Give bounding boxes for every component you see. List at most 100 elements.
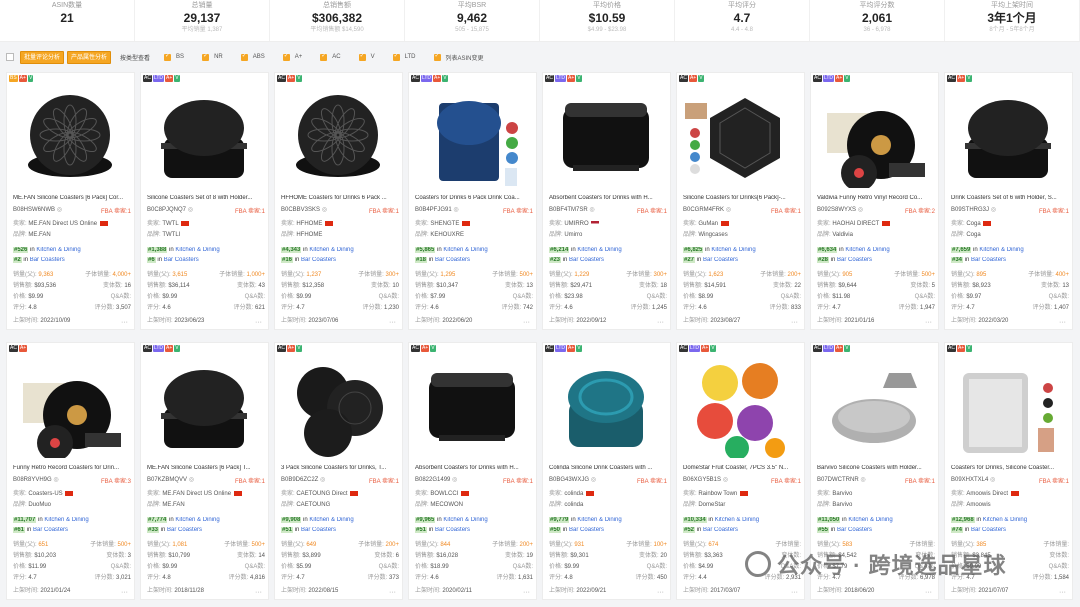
seller-name[interactable]: UMIRRO	[564, 221, 588, 227]
category-sub-link[interactable]: Bar Coasters	[33, 527, 68, 533]
more-icon[interactable]: ···	[255, 589, 262, 596]
brand-name[interactable]: DuoMuo	[28, 502, 51, 508]
filter-checkbox-3[interactable]: A+	[282, 52, 302, 62]
product-image[interactable]	[551, 83, 661, 188]
product-image[interactable]	[417, 353, 527, 458]
category-sub-link[interactable]: Bar Coasters	[167, 527, 202, 533]
category-main-link[interactable]: Kitchen & Dining	[443, 247, 487, 253]
product-title[interactable]: Valdivia Funny Retro Vinyl Record Co...	[817, 195, 935, 201]
asin[interactable]: B0C8PJQNQ7	[147, 207, 186, 213]
seller-name[interactable]: Barvivo	[832, 491, 852, 497]
asin[interactable]: B08HSW6NWB	[13, 207, 55, 213]
more-icon[interactable]: ···	[523, 319, 530, 326]
seller-name[interactable]: Coga	[966, 221, 980, 227]
asin[interactable]: B092S8WYXS	[817, 207, 856, 213]
category-main-link[interactable]: Kitchen & Dining	[983, 517, 1027, 523]
category-sub-link[interactable]: Bar Coasters	[703, 527, 738, 533]
asin[interactable]: B0822G1499	[415, 477, 450, 483]
asin[interactable]: B07KZBMQVV	[147, 477, 187, 483]
more-icon[interactable]: ···	[657, 589, 664, 596]
more-icon[interactable]: ···	[389, 589, 396, 596]
product-card[interactable]: AC LTD A+ V Absorbent Coasters for Drinks wi…	[542, 72, 671, 330]
product-card[interactable]: AC A+ V Absorbent Coasters for Drinks with …	[408, 342, 537, 600]
product-image[interactable]	[283, 353, 393, 458]
product-card[interactable]: AC A+ V 3 Pack Silicone Coasters for Drinks…	[274, 342, 403, 600]
filter-checkbox-7[interactable]: 列表ASIN变更	[433, 52, 484, 62]
more-icon[interactable]: ···	[523, 589, 530, 596]
asin[interactable]: B0B9D6ZC2Z	[281, 477, 318, 483]
more-icon[interactable]: ···	[1059, 319, 1066, 326]
product-title[interactable]: Barvivo Silicone Coasters with Holder...	[817, 465, 935, 471]
select-all-checkbox[interactable]	[6, 53, 14, 61]
product-card[interactable]: AC LTD A+ V Silicone Coasters Set of 8 with …	[140, 72, 269, 330]
brand-name[interactable]: colinda	[564, 502, 583, 508]
brand-name[interactable]: Coga	[966, 232, 980, 238]
brand-name[interactable]: Amoowis	[966, 502, 990, 508]
category-sub-link[interactable]: Bar Coasters	[164, 257, 199, 263]
asin[interactable]: B0CGRM4FRK	[683, 207, 724, 213]
seller-name[interactable]: SHENGTE	[430, 221, 459, 227]
brand-name[interactable]: KEHOUXRE	[430, 232, 464, 238]
product-image[interactable]	[551, 353, 661, 458]
category-main-link[interactable]: Kitchen & Dining	[175, 247, 219, 253]
category-main-link[interactable]: Kitchen & Dining	[711, 247, 755, 253]
category-sub-link[interactable]: Bar Coasters	[435, 257, 470, 263]
product-title[interactable]: Colinda Silicone Drink Coasters with ...	[549, 465, 667, 471]
product-card[interactable]: AC A+ V HFHOME Coasters for Drinks 6 Pack .…	[274, 72, 403, 330]
seller-name[interactable]: Coasters-US	[28, 491, 62, 497]
product-title[interactable]: Silicone Coasters for Drinks[6 Pack]-...	[683, 195, 801, 201]
product-card[interactable]: AC LTD A+ V Coasters for Drinks 6 Pack Drink…	[408, 72, 537, 330]
category-main-link[interactable]: Kitchen & Dining	[577, 517, 621, 523]
category-main-link[interactable]: Kitchen & Dining	[44, 517, 88, 523]
product-title[interactable]: Absorbent Coasters for Drinks with H...	[415, 465, 533, 471]
category-main-link[interactable]: Kitchen & Dining	[848, 517, 892, 523]
filter-checkbox-5[interactable]: V	[358, 52, 375, 62]
product-image[interactable]	[417, 83, 527, 188]
product-card[interactable]: AC A+ V Drink Coasters Set of 6 with Holder…	[944, 72, 1073, 330]
product-image[interactable]	[149, 353, 259, 458]
asin[interactable]: B09STHRG3J	[951, 207, 989, 213]
brand-name[interactable]: ME.FAN	[28, 232, 50, 238]
brand-name[interactable]: Barvivo	[832, 502, 852, 508]
brand-name[interactable]: MECOWON	[430, 502, 463, 508]
product-image[interactable]	[953, 353, 1063, 458]
category-main-link[interactable]: Kitchen & Dining	[309, 517, 353, 523]
seller-name[interactable]: ME.FAN Direct US Online	[28, 221, 97, 227]
product-title[interactable]: ME.FAN Silicone Coasters [6 Pack] Cor...	[13, 195, 131, 201]
more-icon[interactable]: ···	[255, 319, 262, 326]
product-title[interactable]: DomeStar Fruit Coaster, 7PCS 3.5" N...	[683, 465, 801, 471]
category-sub-link[interactable]: Bar Coasters	[569, 257, 604, 263]
more-icon[interactable]: ···	[389, 319, 396, 326]
brand-name[interactable]: DomeStar	[698, 502, 725, 508]
category-main-link[interactable]: Kitchen & Dining	[443, 517, 487, 523]
category-sub-link[interactable]: Bar Coasters	[301, 527, 336, 533]
product-title[interactable]: Funny Retro Record Coasters for Drin...	[13, 465, 131, 471]
filter-checkbox-4[interactable]: AC	[320, 52, 341, 62]
asin[interactable]: B07DWCTRNR	[817, 477, 859, 483]
product-title[interactable]: Silicone Coasters Set of 8 with Holder..…	[147, 195, 265, 201]
category-sub-link[interactable]: Bar Coasters	[837, 257, 872, 263]
batch-review-analysis-button[interactable]: 批量评论分析	[20, 50, 65, 64]
product-image[interactable]	[685, 353, 795, 458]
asin[interactable]: B09XHXTXL4	[951, 477, 988, 483]
filter-checkbox-0[interactable]: BS	[164, 52, 184, 62]
product-image[interactable]	[283, 83, 393, 188]
product-card[interactable]: AC A+ Funny Retro Record Coasters for Drin…	[6, 342, 135, 600]
product-title[interactable]: ME.FAN Silicone Coasters [6 Pack] T...	[147, 465, 265, 471]
product-card[interactable]: BS A+ V ME.FAN Silicone Coasters [6 Pack] C…	[6, 72, 135, 330]
brand-name[interactable]: TWTLI	[162, 232, 180, 238]
category-sub-link[interactable]: Bar Coasters	[703, 257, 738, 263]
more-icon[interactable]: ···	[791, 589, 798, 596]
category-sub-link[interactable]: Bar Coasters	[301, 257, 336, 263]
product-title[interactable]: Coasters for Drinks, Silicone Coaster...	[951, 465, 1069, 471]
filter-checkbox-6[interactable]: LTD	[392, 52, 416, 62]
product-title[interactable]: Coasters for Drinks 6 Pack Drink Coa...	[415, 195, 533, 201]
seller-name[interactable]: TWTL	[162, 221, 178, 227]
brand-name[interactable]: Umirro	[564, 232, 582, 238]
asin[interactable]: B0BG43WXJG	[549, 477, 589, 483]
brand-name[interactable]: ME.FAN	[162, 502, 184, 508]
product-card[interactable]: AC A+ V Silicone Coasters for Drinks[6 Pack…	[676, 72, 805, 330]
product-image[interactable]	[819, 83, 929, 188]
seller-name[interactable]: GuMan	[698, 221, 718, 227]
category-sub-link[interactable]: Bar Coasters	[971, 257, 1006, 263]
